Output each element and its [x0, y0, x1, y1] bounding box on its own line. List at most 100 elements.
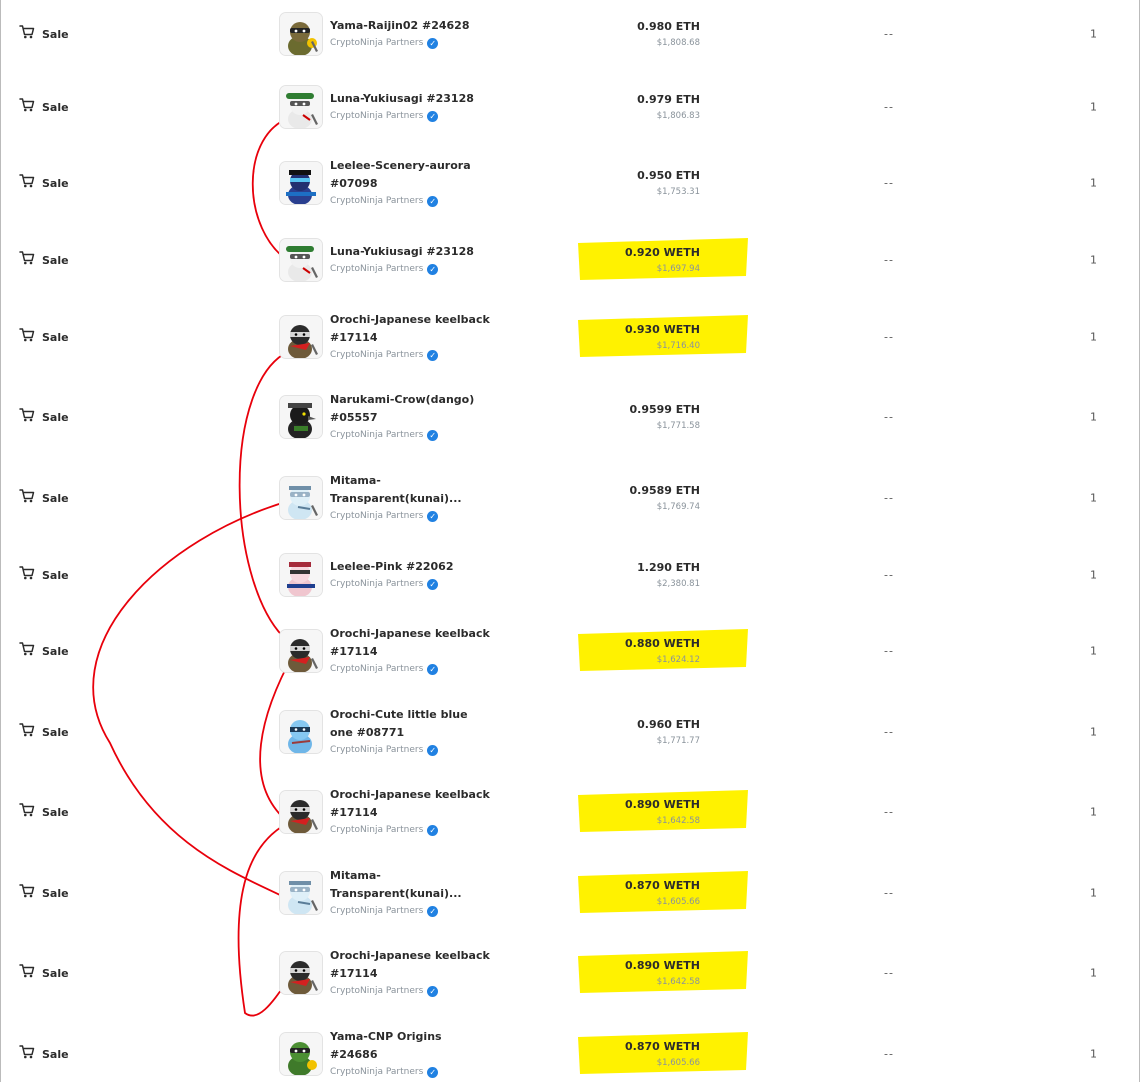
from-cell: -- — [884, 644, 894, 658]
verified-badge-icon: ✓ — [427, 510, 439, 522]
usd-price: $1,769.74 — [656, 502, 700, 512]
collection-link[interactable]: CryptoNinja Partners ✓ — [330, 108, 490, 124]
collection-link[interactable]: CryptoNinja Partners ✓ — [330, 903, 490, 919]
cart-icon — [19, 97, 35, 117]
nft-thumbnail[interactable] — [279, 238, 323, 282]
event-cell: Sale — [19, 641, 69, 661]
usd-price: $1,642.58 — [656, 816, 700, 826]
item-name-link[interactable]: Orochi-Japanese keelback #17114 — [330, 786, 490, 822]
cart-icon — [19, 173, 35, 193]
item-name-link[interactable]: Yama-CNP Origins #24686 — [330, 1028, 490, 1064]
collection-link[interactable]: CryptoNinja Partners ✓ — [330, 576, 490, 592]
table-row[interactable]: Sale Leelee-Scenery-aurora #07098 Crypto… — [0, 143, 1140, 223]
collection-link[interactable]: CryptoNinja Partners ✓ — [330, 347, 490, 363]
item-name-link[interactable]: Narukami-Crow(dango) #05557 — [330, 391, 490, 427]
event-label: Sale — [42, 100, 69, 114]
verified-badge-icon: ✓ — [427, 905, 439, 917]
usd-price: $1,697.94 — [656, 264, 700, 274]
table-row[interactable]: Sale Mitama-Transparent(kunai)... Crypto… — [0, 458, 1140, 538]
item-name-link[interactable]: Leelee-Scenery-aurora #07098 — [330, 157, 490, 193]
collection-link[interactable]: CryptoNinja Partners ✓ — [330, 427, 490, 443]
quantity-cell: 1 — [1090, 886, 1097, 900]
cart-icon — [19, 488, 35, 508]
from-cell: -- — [884, 27, 894, 41]
cart-icon — [19, 963, 35, 983]
quantity-cell: 1 — [1090, 568, 1097, 582]
table-row[interactable]: Sale Orochi-Japanese keelback #17114 Cry… — [0, 933, 1140, 1013]
collection-link[interactable]: CryptoNinja Partners ✓ — [330, 742, 490, 758]
table-row[interactable]: Sale Orochi-Japanese keelback #17114 Cry… — [0, 611, 1140, 691]
collection-link[interactable]: CryptoNinja Partners ✓ — [330, 35, 490, 51]
event-label: Sale — [42, 725, 69, 739]
event-label: Sale — [42, 966, 69, 980]
item-cell: Yama-Raijin02 #24628 CryptoNinja Partner… — [330, 17, 490, 51]
table-row[interactable]: Sale Yama-Raijin02 #24628 CryptoNinja Pa… — [0, 0, 1140, 74]
nft-thumbnail[interactable] — [279, 951, 323, 995]
collection-link[interactable]: CryptoNinja Partners ✓ — [330, 822, 490, 838]
price-cell: 0.890 WETH $1,642.58 — [520, 796, 700, 828]
table-row[interactable]: Sale Orochi-Japanese keelback #17114 Cry… — [0, 772, 1140, 852]
item-cell: Orochi-Japanese keelback #17114 CryptoNi… — [330, 947, 490, 999]
item-name-link[interactable]: Luna-Yukiusagi #23128 — [330, 90, 490, 108]
table-row[interactable]: Sale Orochi-Cute little blue one #08771 … — [0, 692, 1140, 772]
collection-name: CryptoNinja Partners — [330, 350, 424, 360]
table-row[interactable]: Sale Leelee-Pink #22062 CryptoNinja Part… — [0, 535, 1140, 615]
price-cell: 0.890 WETH $1,642.58 — [520, 957, 700, 989]
event-cell: Sale — [19, 802, 69, 822]
nft-thumbnail[interactable] — [279, 315, 323, 359]
nft-thumbnail[interactable] — [279, 12, 323, 56]
crypto-price: 0.9589 ETH — [629, 484, 700, 497]
nft-thumbnail[interactable] — [279, 161, 323, 205]
nft-thumbnail[interactable] — [279, 1032, 323, 1076]
nft-thumbnail[interactable] — [279, 629, 323, 673]
nft-thumbnail[interactable] — [279, 553, 323, 597]
collection-name: CryptoNinja Partners — [330, 511, 424, 521]
table-row[interactable]: Sale Luna-Yukiusagi #23128 CryptoNinja P… — [0, 67, 1140, 147]
item-name-link[interactable]: Mitama-Transparent(kunai)... — [330, 867, 490, 903]
item-name-link[interactable]: Mitama-Transparent(kunai)... — [330, 472, 490, 508]
verified-badge-icon: ✓ — [427, 1066, 439, 1078]
item-cell: Orochi-Cute little blue one #08771 Crypt… — [330, 706, 490, 758]
crypto-price: 0.950 ETH — [637, 169, 700, 182]
item-name-link[interactable]: Yama-Raijin02 #24628 — [330, 17, 490, 35]
item-name-link[interactable]: Luna-Yukiusagi #23128 — [330, 243, 490, 261]
collection-link[interactable]: CryptoNinja Partners ✓ — [330, 261, 490, 277]
collection-name: CryptoNinja Partners — [330, 38, 424, 48]
item-name-link[interactable]: Leelee-Pink #22062 — [330, 558, 490, 576]
table-row[interactable]: Sale Luna-Yukiusagi #23128 CryptoNinja P… — [0, 220, 1140, 300]
nft-thumbnail[interactable] — [279, 790, 323, 834]
nft-thumbnail[interactable] — [279, 871, 323, 915]
collection-link[interactable]: CryptoNinja Partners ✓ — [330, 661, 490, 677]
collection-link[interactable]: CryptoNinja Partners ✓ — [330, 193, 490, 209]
collection-name: CryptoNinja Partners — [330, 745, 424, 755]
nft-thumbnail[interactable] — [279, 395, 323, 439]
crypto-price: 0.979 ETH — [637, 93, 700, 106]
from-cell: -- — [884, 805, 894, 819]
from-cell: -- — [884, 725, 894, 739]
item-cell: Yama-CNP Origins #24686 CryptoNinja Part… — [330, 1028, 490, 1080]
usd-price: $1,716.40 — [656, 341, 700, 351]
table-row[interactable]: Sale Orochi-Japanese keelback #17114 Cry… — [0, 297, 1140, 377]
table-row[interactable]: Sale Mitama-Transparent(kunai)... Crypto… — [0, 853, 1140, 933]
table-row[interactable]: Sale Yama-CNP Origins #24686 CryptoNinja… — [0, 1014, 1140, 1082]
item-cell: Leelee-Scenery-aurora #07098 CryptoNinja… — [330, 157, 490, 209]
item-name-link[interactable]: Orochi-Japanese keelback #17114 — [330, 311, 490, 347]
verified-badge-icon: ✓ — [427, 663, 439, 675]
event-label: Sale — [42, 886, 69, 900]
quantity-cell: 1 — [1090, 725, 1097, 739]
nft-thumbnail[interactable] — [279, 85, 323, 129]
collection-link[interactable]: CryptoNinja Partners ✓ — [330, 1064, 490, 1080]
usd-price: $1,806.83 — [656, 111, 700, 121]
table-row[interactable]: Sale Narukami-Crow(dango) #05557 CryptoN… — [0, 377, 1140, 457]
nft-thumbnail[interactable] — [279, 710, 323, 754]
collection-link[interactable]: CryptoNinja Partners ✓ — [330, 508, 490, 524]
usd-price: $1,771.58 — [656, 421, 700, 431]
collection-link[interactable]: CryptoNinja Partners ✓ — [330, 983, 490, 999]
item-name-link[interactable]: Orochi-Cute little blue one #08771 — [330, 706, 490, 742]
nft-image — [280, 791, 322, 833]
nft-thumbnail[interactable] — [279, 476, 323, 520]
from-cell: -- — [884, 886, 894, 900]
item-name-link[interactable]: Orochi-Japanese keelback #17114 — [330, 625, 490, 661]
item-name-link[interactable]: Orochi-Japanese keelback #17114 — [330, 947, 490, 983]
quantity-cell: 1 — [1090, 1047, 1097, 1061]
